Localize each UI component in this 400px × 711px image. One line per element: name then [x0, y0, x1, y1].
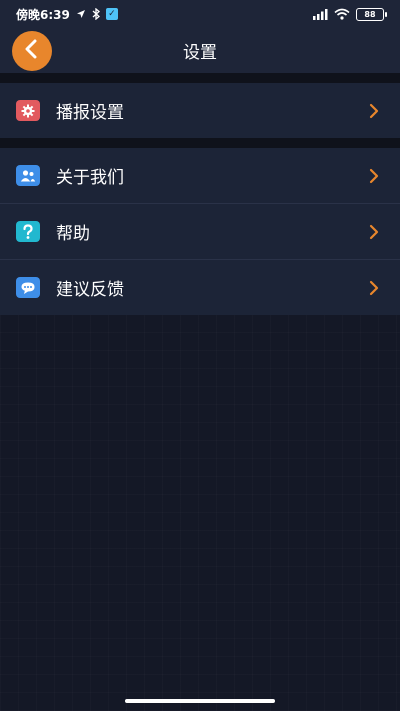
chevron-right-icon	[368, 223, 380, 241]
settings-group-broadcast: 播报设置	[0, 83, 400, 138]
page-title: 设置	[183, 43, 217, 63]
chevron-right-icon	[368, 102, 380, 120]
gear-icon	[16, 100, 40, 121]
settings-row-about[interactable]: 关于我们	[0, 148, 400, 203]
settings-row-help[interactable]: 帮助	[0, 203, 400, 259]
settings-screen: 傍晚6:39 ✓ 88 设置 播报设置 关于我们 帮助 建议反馈	[0, 0, 400, 711]
help-icon	[16, 221, 40, 242]
wifi-icon	[334, 8, 350, 20]
settings-row-broadcast[interactable]: 播报设置	[0, 83, 400, 138]
status-bar: 傍晚6:39 ✓ 88	[0, 0, 400, 28]
settings-row-feedback[interactable]: 建议反馈	[0, 259, 400, 315]
settings-group-info: 关于我们 帮助 建议反馈	[0, 148, 400, 315]
chevron-right-icon	[368, 167, 380, 185]
header-bar: 设置	[0, 28, 400, 73]
section-divider	[0, 73, 400, 83]
signal-icon	[312, 8, 328, 20]
settings-row-label: 帮助	[56, 224, 90, 244]
section-divider	[0, 138, 400, 148]
bluetooth-icon	[92, 8, 100, 20]
settings-row-label: 播报设置	[56, 103, 124, 123]
navigation-icon	[76, 9, 86, 19]
users-icon	[16, 165, 40, 186]
settings-row-label: 建议反馈	[56, 280, 124, 300]
status-left: 傍晚6:39 ✓	[0, 6, 118, 23]
chevron-right-icon	[368, 279, 380, 297]
check-badge-icon: ✓	[105, 8, 118, 20]
status-right: 88	[312, 7, 400, 21]
back-button[interactable]	[12, 31, 52, 71]
chevron-left-icon	[24, 39, 40, 63]
battery-icon: 88	[356, 7, 387, 21]
settings-row-label: 关于我们	[56, 168, 124, 188]
status-time: 傍晚6:39	[16, 7, 70, 22]
home-indicator[interactable]	[125, 699, 275, 703]
chat-icon	[16, 277, 40, 298]
